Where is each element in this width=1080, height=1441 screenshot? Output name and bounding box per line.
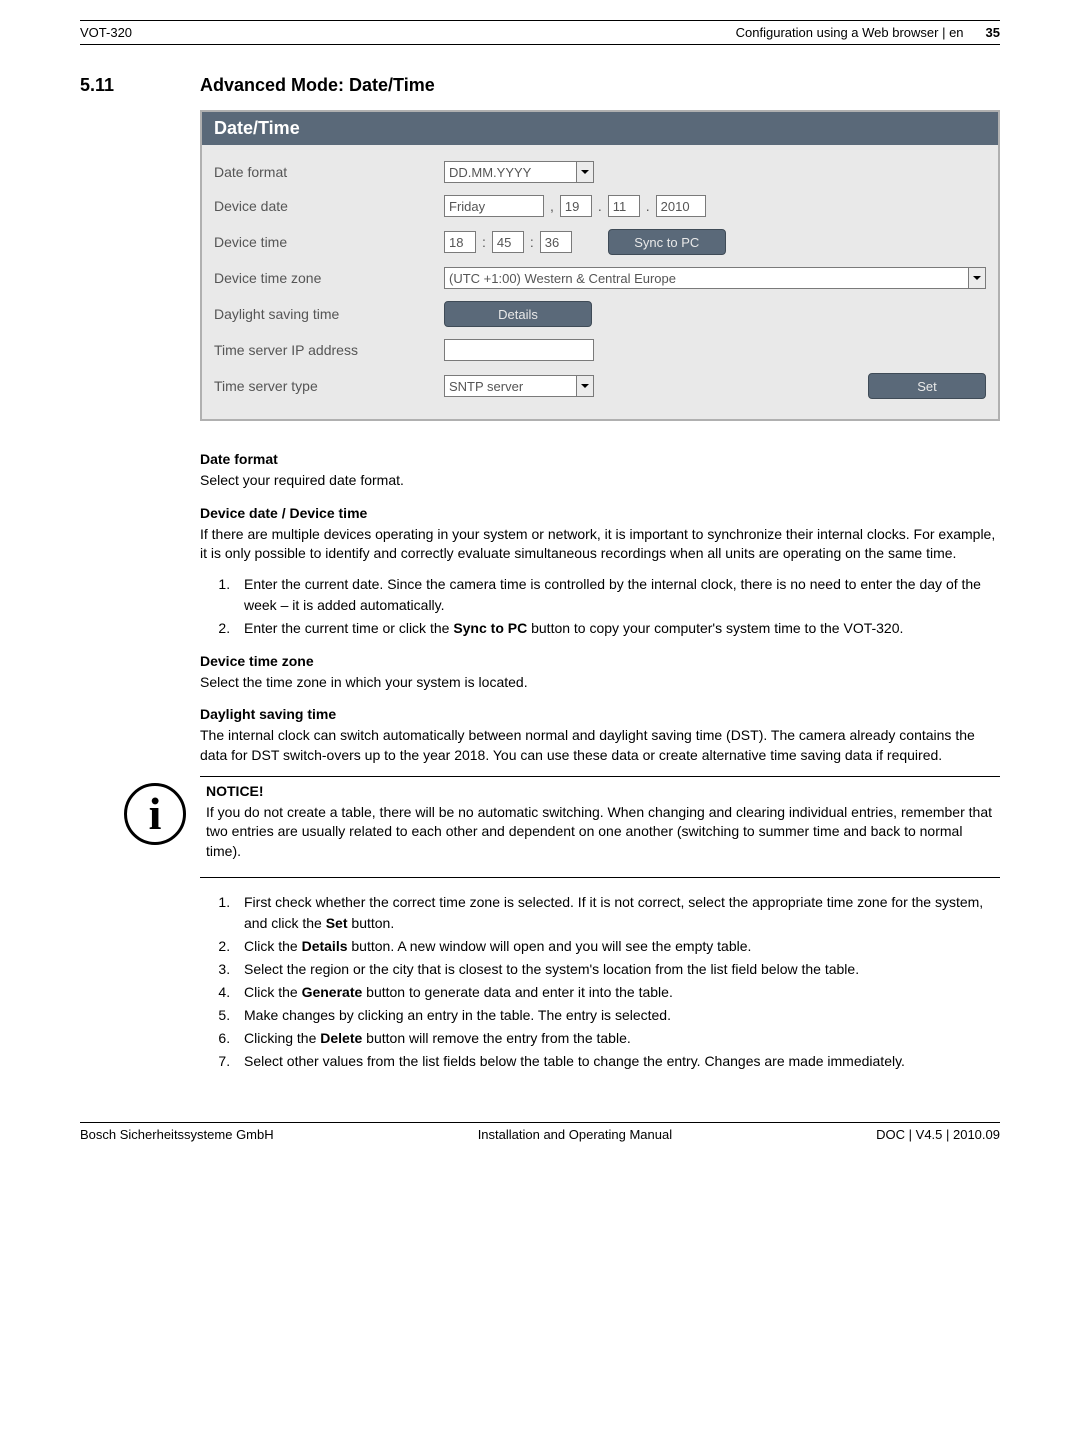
timeserver-type-label: Time server type	[214, 378, 444, 394]
list-device-date: Enter the current date. Since the camera…	[200, 574, 1000, 639]
device-date-month[interactable]: 11	[608, 195, 640, 217]
list-item: Enter the current time or click the Sync…	[234, 618, 1000, 639]
date-format-value: DD.MM.YYYY	[449, 165, 531, 180]
timeserver-type-value: SNTP server	[449, 379, 523, 394]
date-format-select[interactable]: DD.MM.YYYY	[444, 161, 594, 183]
list-item: Enter the current date. Since the camera…	[234, 574, 1000, 616]
heading-date-format: Date format	[200, 451, 1000, 467]
chevron-down-icon	[576, 376, 593, 396]
set-button[interactable]: Set	[868, 373, 986, 399]
header-right-text: Configuration using a Web browser | en	[736, 25, 964, 40]
footer-left: Bosch Sicherheitssysteme GmbH	[80, 1127, 274, 1142]
date-format-label: Date format	[214, 164, 444, 180]
sync-to-pc-button[interactable]: Sync to PC	[608, 229, 726, 255]
footer-center: Installation and Operating Manual	[478, 1127, 672, 1142]
heading-dst: Daylight saving time	[200, 706, 1000, 722]
list-item: Make changes by clicking an entry in the…	[234, 1005, 1000, 1026]
page-footer: Bosch Sicherheitssysteme GmbH Installati…	[80, 1122, 1000, 1146]
details-button[interactable]: Details	[444, 301, 592, 327]
device-date-day[interactable]: 19	[560, 195, 592, 217]
device-time-label: Device time	[214, 234, 444, 250]
timezone-value: (UTC +1:00) Western & Central Europe	[449, 271, 676, 286]
list-dst-steps: First check whether the correct time zon…	[200, 892, 1000, 1072]
list-item: Select other values from the list fields…	[234, 1051, 1000, 1072]
section-title: Advanced Mode: Date/Time	[200, 75, 1000, 96]
timezone-label: Device time zone	[214, 270, 444, 286]
para-date-format: Select your required date format.	[200, 471, 1000, 491]
device-date-weekday[interactable]: Friday	[444, 195, 544, 217]
list-item: Click the Generate button to generate da…	[234, 982, 1000, 1003]
device-time-hour[interactable]: 18	[444, 231, 476, 253]
list-item: First check whether the correct time zon…	[234, 892, 1000, 934]
page-number: 35	[986, 25, 1000, 40]
notice-block: i NOTICE! If you do not create a table, …	[200, 776, 1000, 879]
para-dst: The internal clock can switch automatica…	[200, 726, 1000, 765]
timeserver-ip-input[interactable]	[444, 339, 594, 361]
timeserver-ip-label: Time server IP address	[214, 342, 444, 358]
heading-device-date: Device date / Device time	[200, 505, 1000, 521]
device-time-sec[interactable]: 36	[540, 231, 572, 253]
para-device-date: If there are multiple devices operating …	[200, 525, 1000, 564]
section-number: 5.11	[80, 75, 140, 1082]
dst-label: Daylight saving time	[214, 306, 444, 322]
chevron-down-icon	[968, 268, 985, 288]
list-item: Click the Details button. A new window w…	[234, 936, 1000, 957]
notice-para: If you do not create a table, there will…	[206, 803, 1000, 862]
footer-right: DOC | V4.5 | 2010.09	[876, 1127, 1000, 1142]
para-timezone: Select the time zone in which your syste…	[200, 673, 1000, 693]
chevron-down-icon	[576, 162, 593, 182]
heading-timezone: Device time zone	[200, 653, 1000, 669]
notice-heading: NOTICE!	[206, 783, 1000, 799]
list-item: Clicking the Delete button will remove t…	[234, 1028, 1000, 1049]
header-left: VOT-320	[80, 25, 132, 40]
page-header: VOT-320 Configuration using a Web browse…	[80, 20, 1000, 45]
device-time-min[interactable]: 45	[492, 231, 524, 253]
panel-title: Date/Time	[202, 112, 998, 145]
list-item: Select the region or the city that is cl…	[234, 959, 1000, 980]
device-date-year[interactable]: 2010	[656, 195, 706, 217]
timeserver-type-select[interactable]: SNTP server	[444, 375, 594, 397]
info-icon: i	[124, 783, 186, 845]
date-time-panel: Date/Time Date format DD.MM.YYYY Device …	[200, 110, 1000, 421]
device-date-label: Device date	[214, 198, 444, 214]
timezone-select[interactable]: (UTC +1:00) Western & Central Europe	[444, 267, 986, 289]
